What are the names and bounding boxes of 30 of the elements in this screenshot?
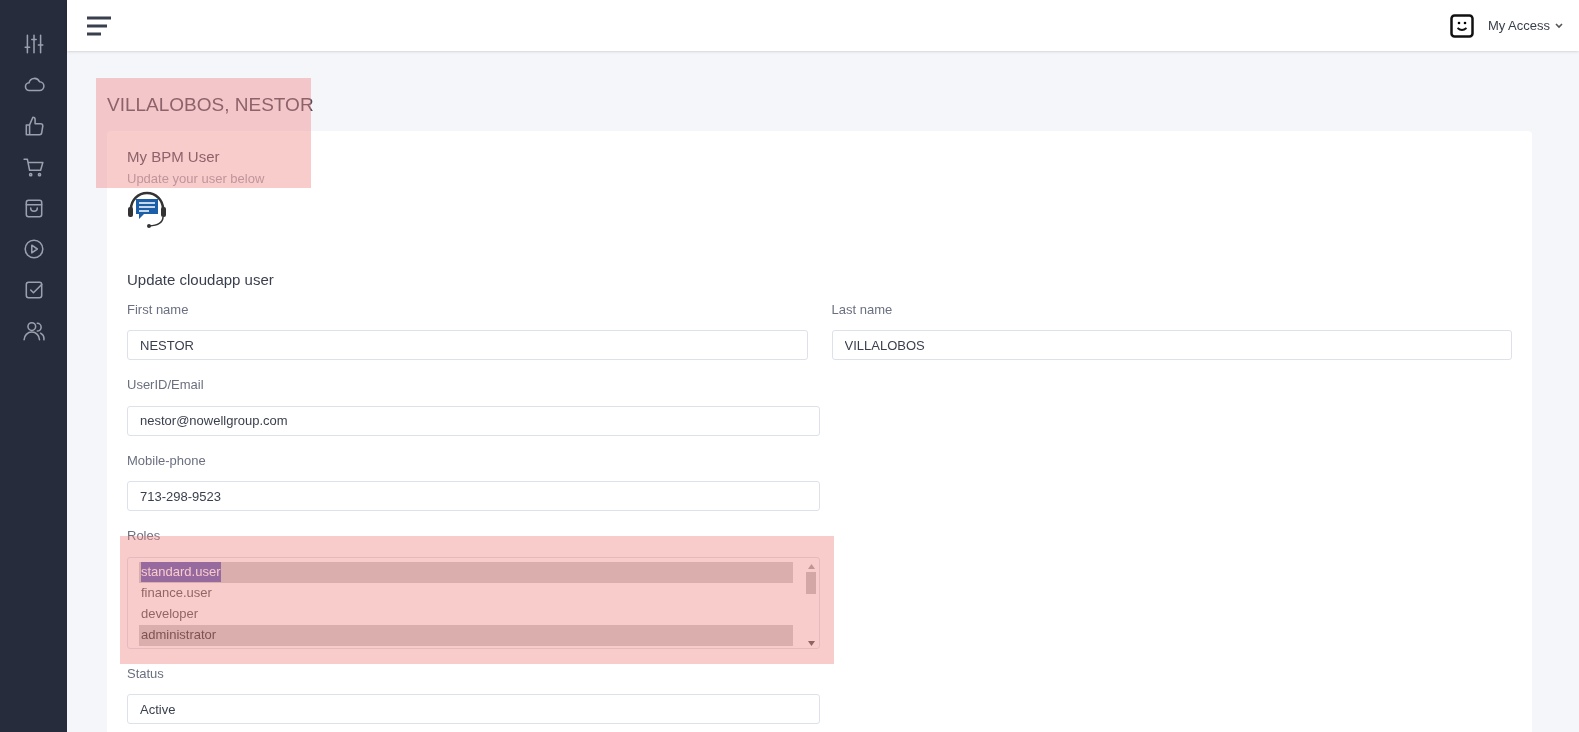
smiley-icon — [1449, 13, 1474, 38]
menu-icon[interactable] — [87, 15, 111, 36]
text-field[interactable]: nestor@nowellgroup.com — [127, 405, 820, 436]
text-field[interactable]: Active — [127, 694, 820, 724]
play-icon[interactable] — [22, 238, 45, 260]
section-title: Update cloudapp user — [127, 270, 275, 290]
sliders-icon[interactable] — [22, 33, 45, 55]
card-title: My BPM User — [127, 147, 221, 167]
role-option[interactable]: finance.user — [139, 582, 793, 604]
page-title: VILLALOBOS, NESTOR — [107, 93, 315, 117]
field-label: First name — [127, 300, 190, 319]
cart-icon[interactable] — [22, 156, 45, 178]
field-label: UserID/Email — [127, 376, 205, 394]
text-field[interactable]: 713-298-9523 — [127, 481, 820, 511]
text-field[interactable]: NESTOR — [127, 330, 808, 360]
account-menu[interactable]: My Access — [1487, 15, 1563, 36]
scroll-down-icon[interactable] — [807, 640, 815, 646]
field-label: Last name — [831, 300, 894, 319]
field-label: Roles — [127, 527, 162, 545]
field-label: Mobile-phone — [127, 451, 207, 470]
field-label: Status — [127, 664, 165, 683]
card-subtitle: Update your user below — [127, 169, 266, 188]
headset-chat-icon — [127, 189, 167, 229]
roles-listbox[interactable]: standard.user finance.user developer administrator — [127, 556, 820, 649]
text-field[interactable]: VILLALOBOS — [831, 330, 1512, 360]
scrollbar[interactable] — [805, 561, 817, 648]
users-icon[interactable] — [22, 320, 45, 342]
role-option[interactable]: developer — [139, 603, 793, 625]
chevron-down-icon — [1555, 22, 1563, 29]
scrollbar-thumb[interactable] — [806, 571, 816, 594]
